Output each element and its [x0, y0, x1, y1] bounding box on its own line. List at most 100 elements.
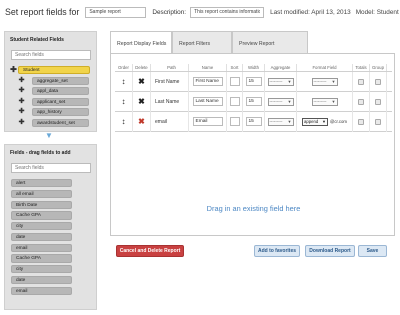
format-select[interactable]: append ▼: [301, 117, 328, 126]
fields-list: alert all email Birth Date Cache GPA cit…: [11, 179, 96, 295]
totals-checkbox[interactable]: [358, 78, 364, 85]
tree-child-item[interactable]: app_history: [32, 108, 89, 117]
aggregate-select[interactable]: --------- ▼: [267, 117, 294, 126]
fields-panel-title: Fields - drag fields to add: [10, 150, 71, 156]
description-input[interactable]: [190, 6, 265, 18]
tree-child-row: ✚ appl_data: [9, 86, 96, 97]
aggregate-select[interactable]: --------- ▼: [267, 77, 294, 86]
tree-child-row: ✚ app_history: [9, 107, 96, 118]
row-path: Last Name: [151, 91, 189, 112]
report-name-input[interactable]: [85, 6, 147, 18]
tab-report-display-fields[interactable]: Report Display Fields: [110, 31, 172, 53]
download-report-button[interactable]: Download Report: [305, 245, 355, 257]
student-fields-title: Student Related Fields: [10, 37, 64, 43]
field-item[interactable]: email: [11, 286, 72, 295]
expand-icon[interactable]: ✚: [9, 66, 18, 74]
col-header: Group: [370, 64, 387, 71]
chevron-down-icon: ▼: [322, 118, 326, 124]
format-value: ---------: [313, 78, 327, 84]
chevron-down-icon[interactable]: ▼: [44, 131, 54, 141]
student-fields-tree: ✚ Student ✚ aggregate_set ✚ appl_data ✚ …: [9, 65, 96, 128]
row-path: email: [151, 111, 189, 132]
chevron-down-icon: ▼: [331, 98, 336, 104]
sort-input[interactable]: [229, 77, 240, 86]
field-item[interactable]: Birth Date: [11, 200, 72, 209]
field-item[interactable]: all email: [11, 189, 72, 198]
chevron-down-icon: ▼: [287, 78, 292, 84]
field-item[interactable]: date: [11, 232, 72, 242]
student-fields-panel: Student Related Fields ✚ Student ✚ aggre…: [4, 31, 97, 132]
main-area: Report Display Fields Report Filters Pre…: [110, 31, 395, 236]
fields-table: Order Delete Path Name Sort Width Aggreg…: [115, 64, 392, 132]
save-button[interactable]: Save: [358, 245, 387, 257]
totals-checkbox[interactable]: [358, 118, 364, 125]
table-row: ↕ ✖ email Email 15 --------- ▼ append ▼ @cr…: [115, 111, 392, 132]
add-favorites-button[interactable]: Add to favorites: [254, 245, 300, 257]
tree-child-item[interactable]: aggregate_set: [32, 76, 89, 85]
field-item[interactable]: date: [11, 276, 72, 285]
format-extra-input[interactable]: @cr.com: [330, 119, 347, 124]
width-input[interactable]: 15: [245, 117, 262, 126]
tab-preview-report[interactable]: Preview Report: [232, 31, 308, 53]
cancel-delete-button[interactable]: Cancel and Delete Report: [116, 245, 184, 257]
tree-child-row: ✚ aggregate_set: [9, 76, 96, 87]
field-name-input[interactable]: Last Name: [192, 97, 223, 106]
reorder-icon[interactable]: ↕: [122, 97, 126, 106]
table-row: ↕ ✖ Last Name Last Name 15 --------- ▼ --…: [115, 91, 392, 112]
totals-checkbox[interactable]: [358, 98, 364, 105]
drop-zone-hint[interactable]: Drag in an existing field here: [111, 204, 396, 213]
field-item[interactable]: alert: [11, 179, 72, 188]
expand-icon[interactable]: ✚: [18, 98, 25, 106]
tree-child-row: ✚ awardstudent_set: [9, 118, 96, 129]
expand-icon[interactable]: ✚: [18, 87, 25, 95]
delete-icon[interactable]: ✖: [138, 77, 145, 86]
col-header: Name: [189, 64, 227, 71]
field-item[interactable]: email: [11, 243, 72, 252]
expand-icon[interactable]: ✚: [18, 108, 25, 116]
expand-icon[interactable]: ✚: [18, 119, 25, 127]
group-checkbox[interactable]: [375, 78, 381, 85]
table-row: ↕ ✖ First Name First Name 15 --------- ▼ …: [115, 71, 392, 92]
field-name-input[interactable]: First Name: [192, 77, 223, 86]
last-modified-text: Last modified: April 13, 2013: [270, 8, 351, 16]
student-fields-search-input[interactable]: [11, 50, 91, 60]
expand-icon[interactable]: ✚: [18, 77, 25, 85]
model-text: Model: Student: [355, 8, 399, 16]
chevron-down-icon: ▼: [287, 118, 292, 124]
col-header: Order: [115, 64, 133, 71]
description-label: Description:: [152, 8, 187, 16]
col-header: Path: [151, 64, 189, 71]
delete-icon[interactable]: ✖: [138, 117, 145, 126]
chevron-down-icon: ▼: [287, 98, 292, 104]
tab-report-filters[interactable]: Report Filters: [172, 31, 232, 53]
col-header: Sort: [227, 64, 243, 71]
format-select[interactable]: --------- ▼: [311, 77, 338, 86]
col-header: Aggregate: [265, 64, 297, 71]
group-checkbox[interactable]: [375, 98, 381, 105]
sort-input[interactable]: [229, 117, 240, 126]
tree-child-row: ✚ applicant_set: [9, 97, 96, 108]
field-item[interactable]: city: [11, 222, 72, 231]
tree-root-student[interactable]: Student: [18, 66, 90, 75]
fields-panel: Fields - drag fields to add alert all em…: [4, 144, 97, 310]
aggregate-select[interactable]: --------- ▼: [267, 97, 294, 106]
chevron-down-icon: ▼: [331, 78, 336, 84]
tree-child-item[interactable]: applicant_set: [32, 97, 89, 106]
tree-child-item[interactable]: awardstudent_set: [32, 118, 89, 127]
width-input[interactable]: 15: [245, 77, 262, 86]
delete-icon[interactable]: ✖: [138, 97, 145, 106]
fields-search-input[interactable]: [11, 163, 91, 173]
width-input[interactable]: 15: [245, 97, 262, 106]
field-item[interactable]: Cache GPA: [11, 211, 72, 220]
reorder-icon[interactable]: ↕: [122, 117, 126, 126]
group-checkbox[interactable]: [375, 118, 381, 125]
sort-input[interactable]: [229, 97, 240, 106]
tab-panel: Order Delete Path Name Sort Width Aggreg…: [110, 53, 395, 236]
aggregate-value: ---------: [269, 78, 283, 84]
field-name-input[interactable]: Email: [192, 117, 223, 126]
reorder-icon[interactable]: ↕: [122, 77, 126, 86]
format-select[interactable]: --------- ▼: [311, 97, 338, 106]
tree-child-item[interactable]: appl_data: [32, 87, 89, 96]
field-item[interactable]: Cache GPA: [11, 254, 72, 263]
field-item[interactable]: city: [11, 265, 72, 274]
